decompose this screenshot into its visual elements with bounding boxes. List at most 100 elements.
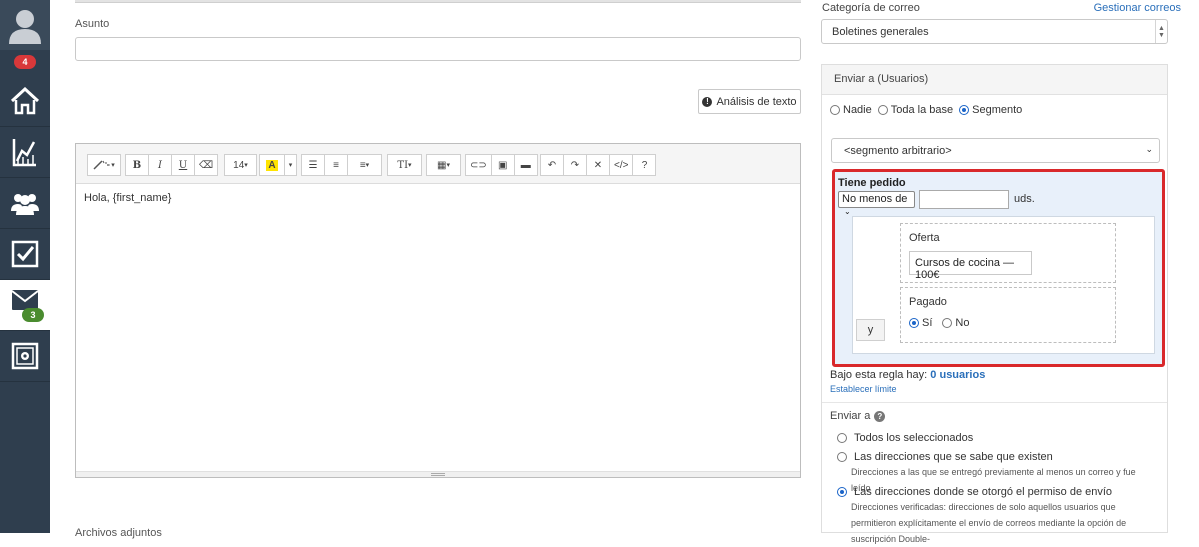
sidebar-item-settings[interactable] bbox=[0, 331, 50, 381]
segment-rule-box: Tiene pedido No menos de ⌄ uds. y Oferta… bbox=[832, 169, 1165, 367]
font-size-select[interactable]: 14 ▾ bbox=[224, 154, 257, 176]
rule-count-value[interactable]: 0 usuarios bbox=[930, 369, 985, 381]
gear-icon bbox=[11, 342, 39, 370]
underline-button[interactable]: U bbox=[171, 154, 195, 176]
recipient-option-label: Toda la base bbox=[890, 104, 954, 116]
and-button[interactable]: y bbox=[856, 319, 885, 341]
send-to-label-row: Enviar a ? bbox=[830, 410, 886, 422]
segment-select[interactable]: <segmento arbitrario> ⌄ bbox=[831, 138, 1160, 163]
rule-quantity-input[interactable] bbox=[919, 190, 1009, 209]
code-view-button[interactable]: </> bbox=[609, 154, 634, 176]
image-button[interactable]: ▣ bbox=[490, 154, 515, 176]
text-style-button[interactable]: TI ▾ bbox=[387, 154, 422, 176]
numbered-list-icon: ≡ bbox=[333, 159, 339, 171]
image-icon: ▣ bbox=[498, 159, 508, 171]
clear-format-button[interactable]: ⌫ bbox=[194, 154, 219, 176]
text-color-button[interactable]: A bbox=[259, 154, 285, 176]
text-color-dropdown[interactable]: ▾ bbox=[284, 154, 297, 176]
rule-count-prefix: Bajo esta regla hay: bbox=[830, 369, 928, 381]
set-limit-link[interactable]: Establecer límite bbox=[830, 384, 897, 394]
magic-wand-icon bbox=[93, 160, 111, 170]
dropdown-caret-icon: ▾ bbox=[408, 161, 412, 169]
editor-body-text[interactable]: Hola, {first_name} bbox=[84, 192, 171, 204]
paid-option-label: Sí bbox=[922, 317, 933, 329]
sidebar-item-mail[interactable] bbox=[0, 280, 50, 330]
rule-title: Tiene pedido bbox=[838, 177, 906, 189]
text-height-icon: TI bbox=[397, 159, 409, 171]
rule-comparator-value: No menos de bbox=[842, 193, 908, 205]
video-icon: ▬ bbox=[520, 159, 531, 171]
link-icon: ⊂⊃ bbox=[470, 159, 487, 171]
mail-badge: 3 bbox=[22, 308, 44, 322]
recipient-option-label: Segmento bbox=[972, 104, 1023, 116]
recipient-options: Nadie Toda la base Segmento bbox=[830, 104, 1022, 116]
fullscreen-button[interactable]: ✕ bbox=[586, 154, 610, 176]
rule-conditions: y Oferta Cursos de cocina — 100€ Pagado … bbox=[852, 216, 1155, 354]
italic-button[interactable]: I bbox=[148, 154, 172, 176]
code-icon: </> bbox=[614, 159, 629, 171]
radio-selected-icon bbox=[837, 487, 847, 497]
manage-mails-link[interactable]: Gestionar correos bbox=[1094, 2, 1181, 14]
redo-icon: ↷ bbox=[570, 159, 580, 171]
chevron-down-icon: ⌄ bbox=[1145, 144, 1153, 154]
send-option-permission-desc: Direcciones verificadas: direcciones de … bbox=[851, 502, 1127, 544]
text-analysis-button[interactable]: ! Análisis de texto bbox=[698, 89, 801, 114]
recipient-option-segment[interactable]: Segmento bbox=[959, 104, 1022, 116]
undo-button[interactable]: ↶ bbox=[540, 154, 564, 176]
fullscreen-icon: ✕ bbox=[593, 159, 603, 171]
video-button[interactable]: ▬ bbox=[513, 154, 538, 176]
send-to-panel: Enviar a (Usuarios) Nadie Toda la base S… bbox=[821, 64, 1168, 544]
rich-text-editor: ▾ B I U ⌫ 14 ▾ A ▾ ☰ ≡ ≡ ▾ TI ▾ ▦ ▾ ⊂⊃ ▣… bbox=[75, 143, 801, 478]
help-button[interactable]: ? bbox=[632, 154, 657, 176]
users-icon bbox=[11, 194, 39, 215]
radio-icon bbox=[837, 433, 847, 443]
category-select[interactable]: Boletines generales ▲ ▼ bbox=[821, 19, 1168, 44]
paid-condition: Pagado Sí No bbox=[900, 287, 1116, 343]
recipient-option-all[interactable]: Toda la base bbox=[877, 104, 954, 116]
home-icon bbox=[10, 87, 40, 115]
text-analysis-label: Análisis de texto bbox=[716, 95, 797, 108]
sidebar-item-home[interactable] bbox=[0, 76, 50, 126]
offer-value[interactable]: Cursos de cocina — 100€ bbox=[909, 251, 1032, 281]
recipient-option-none[interactable]: Nadie bbox=[830, 104, 872, 116]
dropdown-arrow-icon: ▲ ▼ bbox=[1155, 20, 1167, 43]
highlight-icon: A bbox=[266, 159, 278, 171]
settings-panel: Categoría de correo Gestionar correos Bo… bbox=[812, 0, 1199, 544]
chevron-down-icon: ⌄ bbox=[844, 207, 851, 216]
user-avatar[interactable] bbox=[0, 0, 50, 50]
subject-input[interactable] bbox=[75, 37, 801, 61]
rule-comparator-select[interactable]: No menos de ⌄ bbox=[838, 191, 915, 216]
editor-resize-handle[interactable] bbox=[76, 471, 800, 477]
redo-button[interactable]: ↷ bbox=[563, 154, 587, 176]
category-label: Categoría de correo bbox=[822, 2, 920, 14]
top-divider bbox=[75, 0, 801, 3]
radio-icon bbox=[830, 105, 840, 116]
send-option-existing[interactable]: Las direcciones que se sabe que existen bbox=[837, 451, 1053, 463]
help-icon[interactable]: ? bbox=[874, 410, 886, 422]
table-button[interactable]: ▦ ▾ bbox=[426, 154, 461, 176]
font-size-value: 14 bbox=[233, 159, 245, 171]
paid-option-no[interactable]: No bbox=[942, 317, 969, 329]
bullet-list-button[interactable]: ☰ bbox=[301, 154, 325, 176]
table-icon: ▦ bbox=[437, 159, 447, 171]
dropdown-caret-icon: ▾ bbox=[365, 162, 370, 169]
numbered-list-button[interactable]: ≡ bbox=[324, 154, 348, 176]
link-button[interactable]: ⊂⊃ bbox=[465, 154, 492, 176]
compose-area: Asunto ! Análisis de texto ▾ B I U ⌫ 14 ▾ bbox=[50, 0, 810, 539]
send-option-permission[interactable]: Las direcciones donde se otorgó el permi… bbox=[837, 486, 1112, 498]
offer-condition: Oferta Cursos de cocina — 100€ bbox=[900, 223, 1116, 283]
bold-button[interactable]: B bbox=[125, 154, 149, 176]
send-to-label: Enviar a bbox=[830, 410, 871, 422]
sidebar-item-contacts[interactable] bbox=[0, 178, 50, 228]
send-option-all-selected[interactable]: Todos los seleccionados bbox=[837, 432, 973, 444]
align-button[interactable]: ≡ ▾ bbox=[347, 154, 382, 176]
sidebar-item-tasks[interactable] bbox=[0, 229, 50, 279]
paid-option-yes[interactable]: Sí bbox=[909, 317, 932, 329]
magic-style-button[interactable]: ▾ bbox=[87, 154, 121, 176]
editor-toolbar: ▾ B I U ⌫ 14 ▾ A ▾ ☰ ≡ ≡ ▾ TI ▾ ▦ ▾ ⊂⊃ ▣… bbox=[76, 144, 800, 184]
sidebar-item-analytics[interactable] bbox=[0, 127, 50, 177]
subject-label: Asunto bbox=[75, 18, 110, 30]
notifications-badge[interactable]: 4 bbox=[14, 55, 36, 69]
chart-icon bbox=[12, 139, 36, 167]
user-avatar-icon bbox=[9, 10, 41, 44]
